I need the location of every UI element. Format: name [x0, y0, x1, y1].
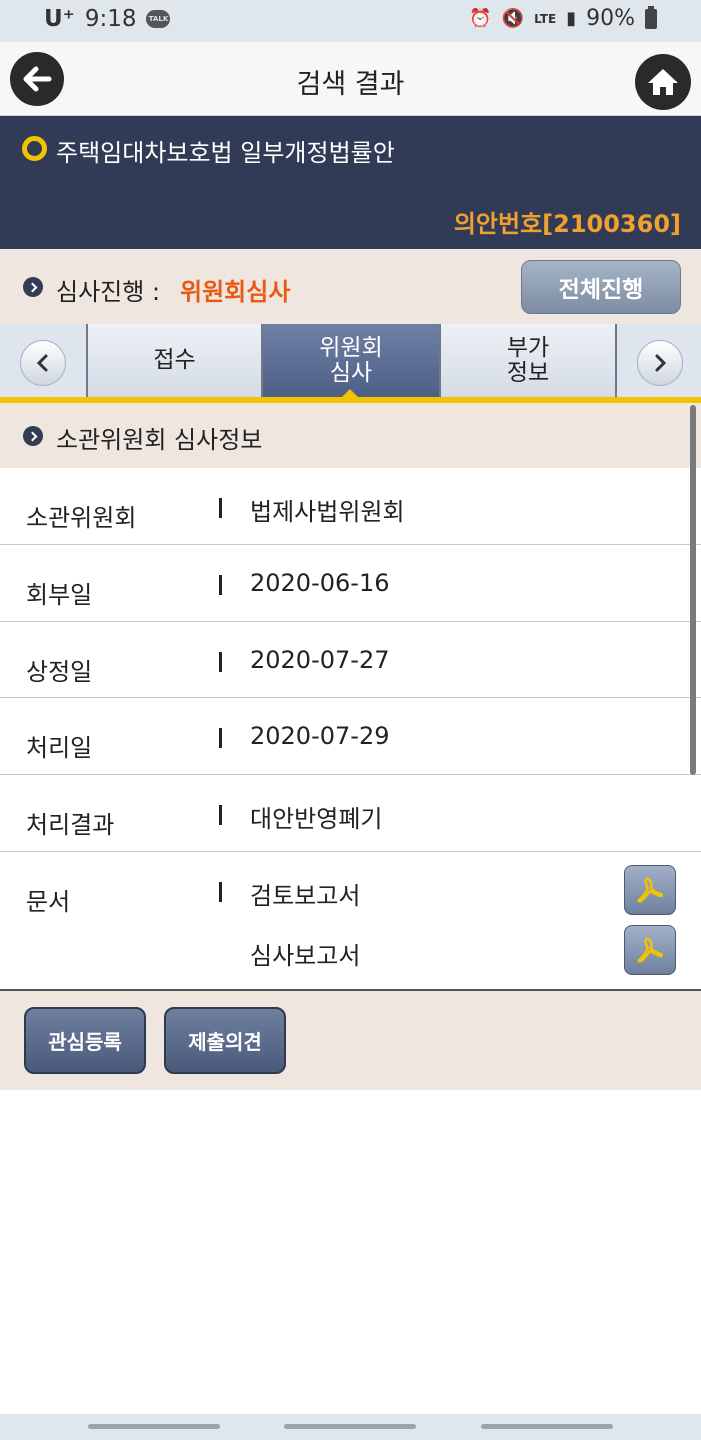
- battery-percent: 90%: [586, 6, 635, 31]
- tab-label-line1: 위원회: [319, 334, 383, 361]
- info-row-referral-date: 회부일 2020-06-16: [0, 545, 701, 622]
- chevron-left-icon: [36, 354, 48, 372]
- progress-label: 심사진행 :: [56, 278, 161, 306]
- info-separator: [219, 728, 222, 748]
- lte-icon: LTE: [534, 11, 557, 26]
- signal-icon: ▮: [566, 8, 577, 29]
- nav-back-button[interactable]: [481, 1424, 613, 1429]
- tab-label-line1: 접수: [153, 347, 196, 373]
- info-separator: [219, 575, 222, 595]
- document-examination-report[interactable]: 심사보고서: [250, 936, 360, 971]
- info-label: 처리결과: [26, 811, 115, 839]
- info-value: 대안반영폐기: [250, 805, 383, 833]
- pdf-icon: [637, 937, 663, 963]
- tab-receipt[interactable]: 접수: [86, 324, 261, 397]
- info-row-committee: 소관위원회 법제사법위원회: [0, 468, 701, 545]
- chevron-right-bullet-icon: [23, 426, 43, 446]
- tab-label-line2: 심사: [329, 359, 373, 386]
- tab-next-button[interactable]: [637, 340, 683, 386]
- tab-label-line1: 부가: [506, 334, 550, 361]
- nav-home-button[interactable]: [284, 1424, 416, 1429]
- info-separator: [219, 882, 222, 902]
- info-label: 처리일: [26, 734, 93, 762]
- status-bar: U⁺ 9:18 TALK ⏰ 🔇 LTE ▮ 90%: [0, 0, 701, 42]
- info-row-documents: 문서 검토보고서 심사보고서: [0, 852, 701, 989]
- clock: 9:18: [84, 6, 137, 32]
- info-row-processing-date: 처리일 2020-07-29: [0, 698, 701, 775]
- review-report-pdf-button[interactable]: [624, 865, 676, 915]
- app-header: 검색 결과: [0, 42, 701, 116]
- info-value: 2020-07-29: [250, 722, 390, 750]
- tab-committee-label: 위원회 심사: [319, 334, 383, 386]
- scrollbar[interactable]: [690, 405, 696, 775]
- bill-title: 주택임대차보호법 일부개정법률안: [56, 139, 395, 167]
- circle-bullet-icon: [22, 136, 47, 161]
- info-value: 2020-06-16: [250, 569, 390, 597]
- tab-committee-review[interactable]: 위원회 심사: [261, 324, 439, 397]
- chevron-right-bullet-icon: [23, 277, 43, 297]
- section-title: 소관위원회 심사정보: [56, 426, 263, 454]
- info-label: 문서: [26, 888, 71, 916]
- alarm-icon: ⏰: [469, 8, 492, 29]
- tab-label-line2: 정보: [506, 359, 550, 386]
- tab-prev-button[interactable]: [20, 340, 66, 386]
- carrier-label: U⁺: [44, 6, 75, 32]
- add-interest-button[interactable]: 관심등록: [24, 1007, 146, 1074]
- info-value: 법제사법위원회: [250, 498, 405, 526]
- info-label: 상정일: [26, 658, 93, 686]
- progress-status: 위원회심사: [180, 278, 291, 306]
- nav-recent-button[interactable]: [88, 1424, 220, 1429]
- info-separator: [219, 652, 222, 672]
- home-button[interactable]: [635, 54, 691, 110]
- kakaotalk-icon: TALK: [146, 10, 171, 28]
- document-review-report[interactable]: 검토보고서: [250, 876, 360, 911]
- pdf-icon: [637, 877, 663, 903]
- active-tab-indicator: [341, 389, 359, 398]
- info-separator: [219, 805, 222, 825]
- info-value: 2020-07-27: [250, 646, 390, 674]
- examination-report-pdf-button[interactable]: [624, 925, 676, 975]
- home-icon: [648, 69, 678, 95]
- tab-receipt-label: 접수: [153, 348, 195, 373]
- battery-icon: [645, 5, 657, 29]
- status-left: U⁺ 9:18 TALK: [44, 6, 171, 32]
- submit-opinion-button[interactable]: 제출의견: [164, 1007, 286, 1074]
- page-title: 검색 결과: [296, 69, 405, 100]
- full-progress-button[interactable]: 전체진행: [521, 260, 681, 314]
- info-row-presentation-date: 상정일 2020-07-27: [0, 622, 701, 698]
- info-separator: [219, 498, 222, 518]
- tab-additional-label: 부가 정보: [506, 334, 550, 386]
- tab-additional-info[interactable]: 부가 정보: [439, 324, 615, 397]
- chevron-right-icon: [655, 354, 667, 372]
- mute-icon: 🔇: [501, 8, 525, 29]
- status-right: ⏰ 🔇 LTE ▮ 90%: [469, 5, 657, 31]
- info-label: 소관위원회: [26, 504, 137, 532]
- bill-number: 의안번호[2100360]: [453, 210, 681, 238]
- info-label: 회부일: [26, 581, 93, 609]
- info-row-result: 처리결과 대안반영폐기: [0, 775, 701, 852]
- tab-divider: [615, 324, 617, 397]
